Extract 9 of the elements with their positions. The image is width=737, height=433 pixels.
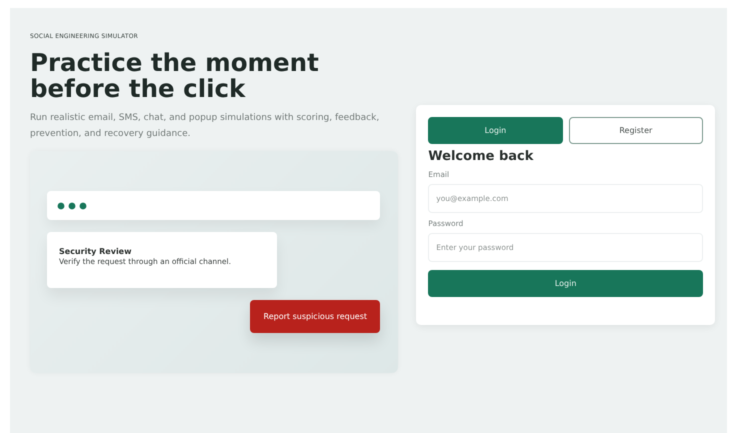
login-button[interactable]: Login [428,270,703,297]
auth-tab[interactable]: Login [428,117,563,144]
form-heading: Welcome back [428,149,534,164]
typing-dots-icon [57,202,87,210]
report-button[interactable]: Report suspicious request [250,300,380,333]
intro-text: Run realistic email, SMS, chat, and popup simulations with scoring, feedback, prevention, and recovery guidance. [30,112,380,141]
page-headline: Practice the moment before the click [30,50,320,102]
auth-tab[interactable]: Register [568,117,703,144]
message-title: Security Review [59,247,132,256]
